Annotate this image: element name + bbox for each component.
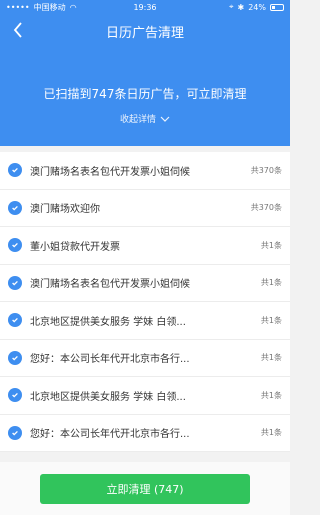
item-count: 共370条	[250, 203, 282, 213]
bottom-bar: 立即清理 (747)	[0, 462, 290, 515]
item-count: 共1条	[260, 428, 282, 438]
scan-summary: 已扫描到747条日历广告，可立即清理	[43, 87, 247, 101]
list-item[interactable]: 澳门赌场名表名包代开发票小姐伺候 共1条	[0, 264, 290, 302]
list-item[interactable]: 董小姐贷款代开发票 共1条	[0, 227, 290, 265]
checkbox-checked-icon[interactable]	[8, 200, 22, 215]
checkbox-checked-icon[interactable]	[8, 350, 22, 365]
list-item[interactable]: 您好：本公司长年代开北京市各行... 共1条	[0, 339, 290, 377]
page-title: 日历广告清理	[105, 26, 184, 41]
item-count: 共1条	[260, 315, 282, 325]
status-time: 19:36	[133, 2, 157, 12]
status-bar: ••••• 中国移动 ◠ 19:36 ⌖ ✱ 24%	[0, 0, 290, 14]
collapse-label: 收起详情	[119, 115, 156, 125]
checkbox-checked-icon[interactable]	[8, 275, 22, 290]
list-item[interactable]: 澳门赌场名表名包代开发票小姐伺候 共370条	[0, 152, 290, 190]
item-count: 共1条	[260, 240, 282, 250]
item-text: 北京地区提供美女服务 学妹 白领...	[30, 391, 186, 403]
item-text: 北京地区提供美女服务 学妹 白领...	[30, 316, 186, 328]
item-text: 您好：本公司长年代开北京市各行...	[30, 429, 190, 441]
list-item[interactable]: 您好：本公司长年代开北京市各行... 共1条	[0, 414, 290, 452]
header: ••••• 中国移动 ◠ 19:36 ⌖ ✱ 24% 日历广告清理 已扫描到74…	[0, 0, 290, 146]
ad-list: 澳门赌场名表名包代开发票小姐伺候 共370条 澳门赌场欢迎你 共370条 董小姐…	[0, 152, 290, 452]
nav-bar: 日历广告清理	[0, 16, 290, 44]
item-count: 共1条	[260, 390, 282, 400]
list-item[interactable]: 北京地区提供美女服务 学妹 白领... 共1条	[0, 302, 290, 340]
checkbox-checked-icon[interactable]	[8, 238, 22, 253]
item-count: 共370条	[250, 165, 282, 175]
chevron-down-icon	[160, 116, 170, 122]
item-text: 澳门赌场名表名包代开发票小姐伺候	[30, 279, 190, 291]
clean-now-button[interactable]: 立即清理 (747)	[40, 474, 250, 504]
item-text: 澳门赌场欢迎你	[30, 204, 100, 216]
list-item[interactable]: 北京地区提供美女服务 学妹 白领... 共1条	[0, 377, 290, 415]
checkbox-checked-icon[interactable]	[8, 388, 22, 403]
item-text: 董小姐贷款代开发票	[30, 241, 120, 253]
checkbox-checked-icon[interactable]	[8, 163, 22, 178]
checkbox-checked-icon[interactable]	[8, 313, 22, 328]
list-item[interactable]: 澳门赌场欢迎你 共370条	[0, 189, 290, 227]
item-text: 澳门赌场名表名包代开发票小姐伺候	[30, 166, 190, 178]
battery-icon	[270, 3, 284, 11]
collapse-details-toggle[interactable]: 收起详情	[0, 112, 290, 125]
item-count: 共1条	[260, 278, 282, 288]
checkbox-checked-icon[interactable]	[8, 425, 22, 440]
item-count: 共1条	[260, 353, 282, 363]
item-text: 您好：本公司长年代开北京市各行...	[30, 354, 190, 366]
